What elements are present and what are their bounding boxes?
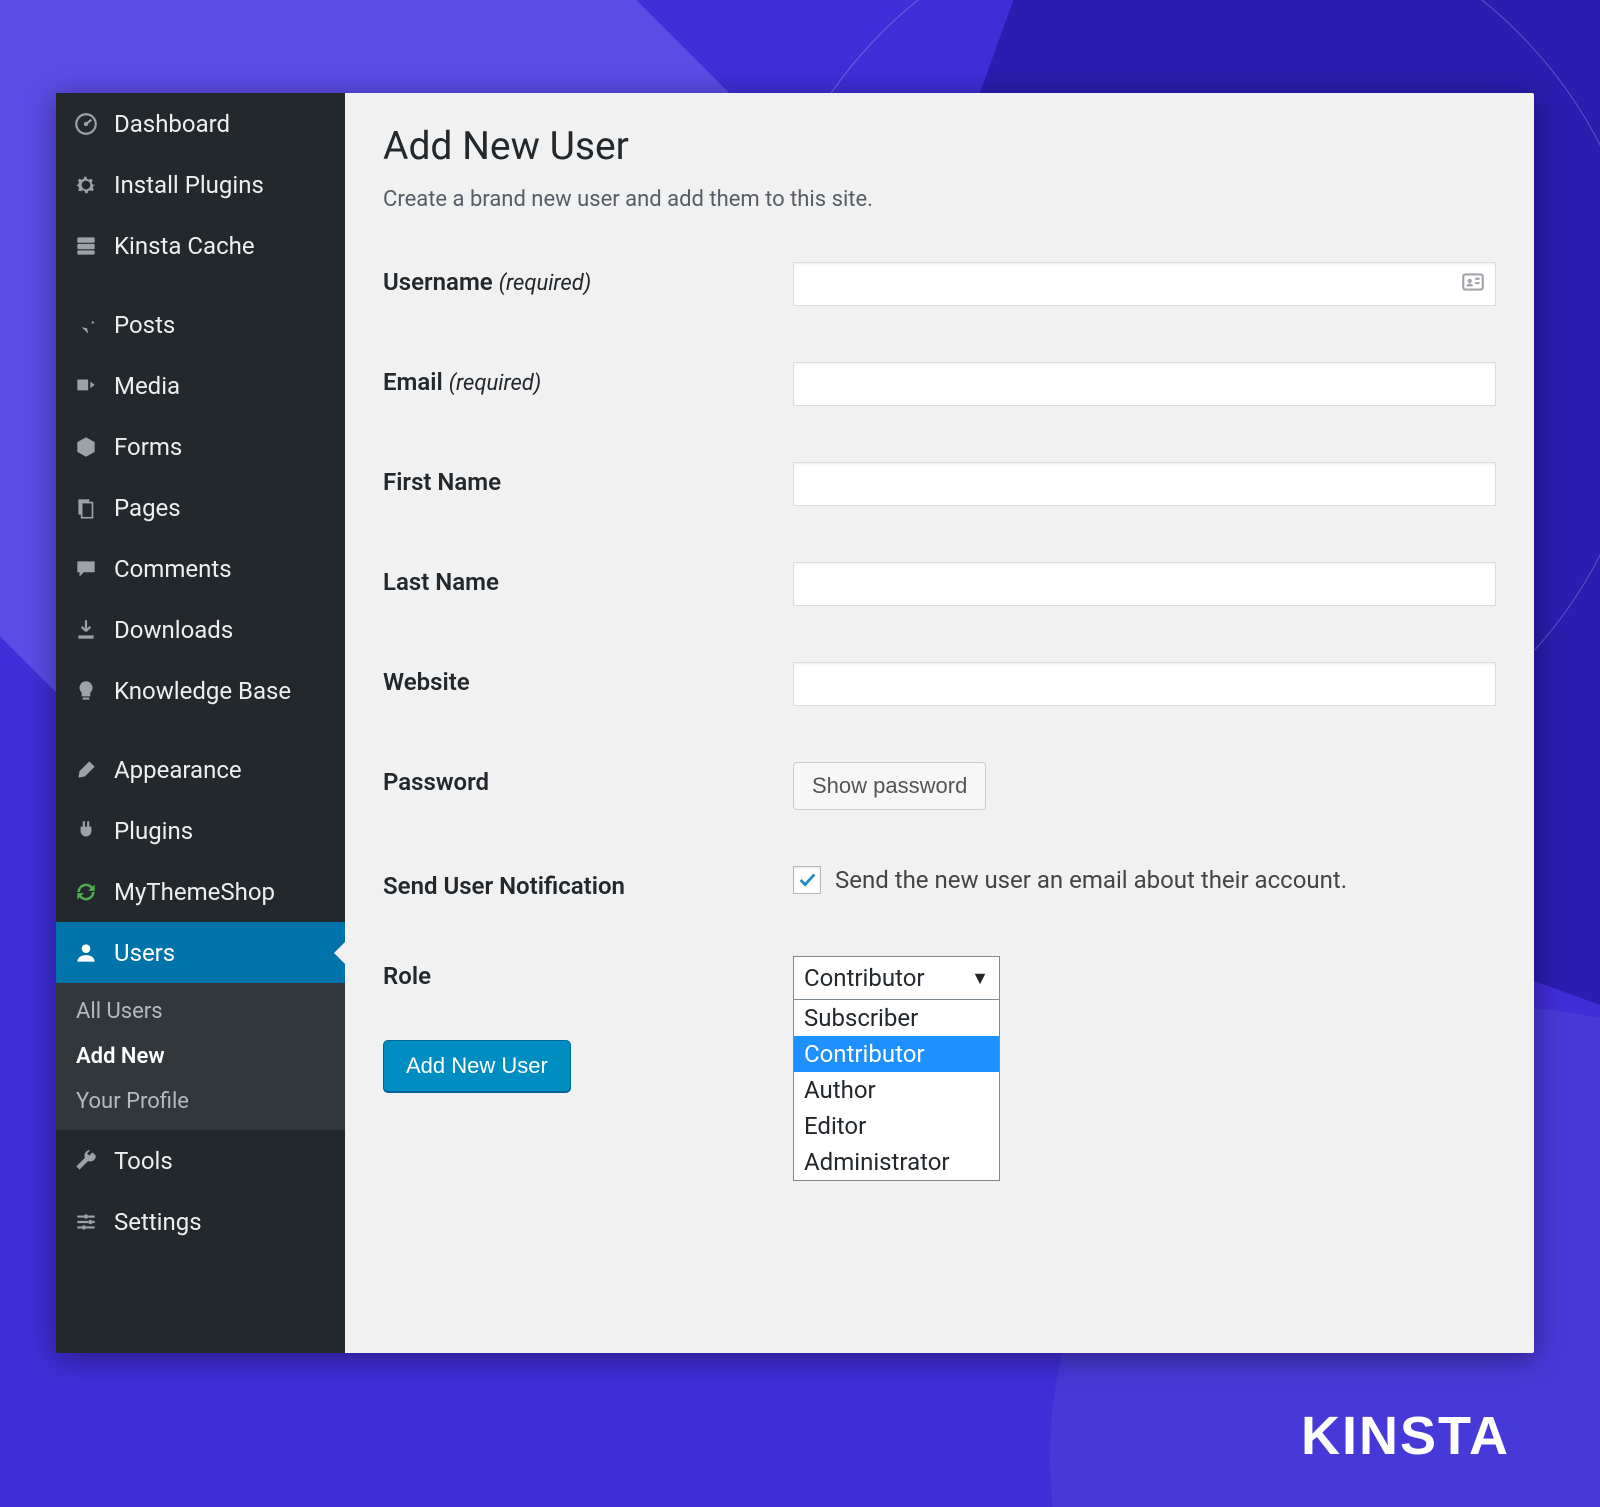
- sidebar-item-label: MyThemeShop: [114, 878, 275, 906]
- sidebar-item-pages[interactable]: Pages: [56, 477, 345, 538]
- wrench-icon: [70, 1148, 102, 1174]
- sidebar-item-users[interactable]: Users: [56, 922, 345, 983]
- sidebar-item-knowledge-base[interactable]: Knowledge Base: [56, 660, 345, 721]
- sidebar-item-posts[interactable]: Posts: [56, 294, 345, 355]
- plug-icon: [70, 818, 102, 844]
- label-role: Role: [383, 956, 793, 990]
- sidebar-item-forms[interactable]: Forms: [56, 416, 345, 477]
- sidebar-item-label: Users: [114, 939, 175, 967]
- server-icon: [70, 233, 102, 259]
- submenu-item-add-new[interactable]: Add New: [56, 1034, 345, 1079]
- label-website: Website: [383, 662, 793, 696]
- sidebar-item-label: Settings: [114, 1208, 202, 1236]
- admin-sidebar: Dashboard Install Plugins Kinsta Cache P…: [56, 93, 345, 1353]
- row-password: Password Show password: [383, 762, 1496, 810]
- bulb-icon: [70, 678, 102, 704]
- row-website: Website: [383, 662, 1496, 706]
- label-last-name: Last Name: [383, 562, 793, 596]
- sidebar-item-label: Dashboard: [114, 110, 230, 138]
- username-input[interactable]: [793, 262, 1496, 306]
- check-icon: [796, 869, 818, 891]
- sidebar-item-dashboard[interactable]: Dashboard: [56, 93, 345, 154]
- label-password: Password: [383, 762, 793, 796]
- role-dropdown: Subscriber Contributor Author Editor Adm…: [793, 1000, 1000, 1181]
- label-email: Email (required): [383, 362, 793, 396]
- gear-icon: [70, 172, 102, 198]
- label-first-name: First Name: [383, 462, 793, 496]
- media-icon: [70, 373, 102, 399]
- sidebar-item-comments[interactable]: Comments: [56, 538, 345, 599]
- notification-checkbox[interactable]: [793, 866, 821, 894]
- sidebar-item-kinsta-cache[interactable]: Kinsta Cache: [56, 215, 345, 276]
- submenu-item-your-profile[interactable]: Your Profile: [56, 1079, 345, 1124]
- page-title: Add New User: [383, 123, 1496, 169]
- comment-icon: [70, 556, 102, 582]
- role-selected-value: Contributor: [804, 964, 925, 992]
- sidebar-item-settings[interactable]: Settings: [56, 1191, 345, 1252]
- sidebar-item-label: Media: [114, 372, 180, 400]
- email-input[interactable]: [793, 362, 1496, 406]
- chevron-down-icon: ▼: [971, 968, 989, 989]
- dashboard-icon: [70, 111, 102, 137]
- sidebar-item-downloads[interactable]: Downloads: [56, 599, 345, 660]
- user-icon: [70, 940, 102, 966]
- users-submenu: All Users Add New Your Profile: [56, 983, 345, 1130]
- sidebar-item-label: Pages: [114, 494, 181, 522]
- last-name-input[interactable]: [793, 562, 1496, 606]
- brush-icon: [70, 757, 102, 783]
- row-last-name: Last Name: [383, 562, 1496, 606]
- row-email: Email (required): [383, 362, 1496, 406]
- row-first-name: First Name: [383, 462, 1496, 506]
- refresh-icon: [70, 879, 102, 905]
- pin-icon: [70, 312, 102, 338]
- role-option-administrator[interactable]: Administrator: [794, 1144, 999, 1180]
- notification-text: Send the new user an email about their a…: [835, 866, 1347, 894]
- pages-icon: [70, 495, 102, 521]
- sidebar-item-label: Tools: [114, 1147, 173, 1175]
- brand-logo: KINSTA: [1301, 1405, 1510, 1467]
- sidebar-item-appearance[interactable]: Appearance: [56, 739, 345, 800]
- sidebar-item-label: Kinsta Cache: [114, 232, 255, 260]
- page-description: Create a brand new user and add them to …: [383, 187, 1496, 212]
- role-option-author[interactable]: Author: [794, 1072, 999, 1108]
- forms-icon: [70, 434, 102, 460]
- role-select[interactable]: Contributor ▼: [793, 956, 1000, 1000]
- sidebar-item-label: Comments: [114, 555, 232, 583]
- sidebar-item-label: Plugins: [114, 817, 193, 845]
- sidebar-item-tools[interactable]: Tools: [56, 1130, 345, 1191]
- label-username: Username (required): [383, 262, 793, 296]
- sidebar-item-label: Downloads: [114, 616, 233, 644]
- contact-card-icon: [1460, 269, 1486, 299]
- sidebar-item-install-plugins[interactable]: Install Plugins: [56, 154, 345, 215]
- sidebar-item-label: Appearance: [114, 756, 242, 784]
- role-option-editor[interactable]: Editor: [794, 1108, 999, 1144]
- first-name-input[interactable]: [793, 462, 1496, 506]
- website-input[interactable]: [793, 662, 1496, 706]
- role-option-contributor[interactable]: Contributor: [794, 1036, 999, 1072]
- sidebar-item-label: Forms: [114, 433, 182, 461]
- sliders-icon: [70, 1209, 102, 1235]
- main-content: Add New User Create a brand new user and…: [345, 93, 1534, 1353]
- row-notification: Send User Notification Send the new user…: [383, 866, 1496, 900]
- download-icon: [70, 617, 102, 643]
- label-notification: Send User Notification: [383, 866, 793, 900]
- add-new-user-button[interactable]: Add New User: [383, 1040, 571, 1092]
- sidebar-item-label: Install Plugins: [114, 171, 264, 199]
- role-option-subscriber[interactable]: Subscriber: [794, 1000, 999, 1036]
- sidebar-item-mythemeshop[interactable]: MyThemeShop: [56, 861, 345, 922]
- sidebar-item-label: Posts: [114, 311, 175, 339]
- sidebar-item-label: Knowledge Base: [114, 677, 291, 705]
- app-window: Dashboard Install Plugins Kinsta Cache P…: [56, 93, 1534, 1353]
- submenu-item-all-users[interactable]: All Users: [56, 989, 345, 1034]
- sidebar-item-plugins[interactable]: Plugins: [56, 800, 345, 861]
- row-username: Username (required): [383, 262, 1496, 306]
- show-password-button[interactable]: Show password: [793, 762, 986, 810]
- row-role: Role Contributor ▼ Subscriber Contributo…: [383, 956, 1496, 1000]
- sidebar-item-media[interactable]: Media: [56, 355, 345, 416]
